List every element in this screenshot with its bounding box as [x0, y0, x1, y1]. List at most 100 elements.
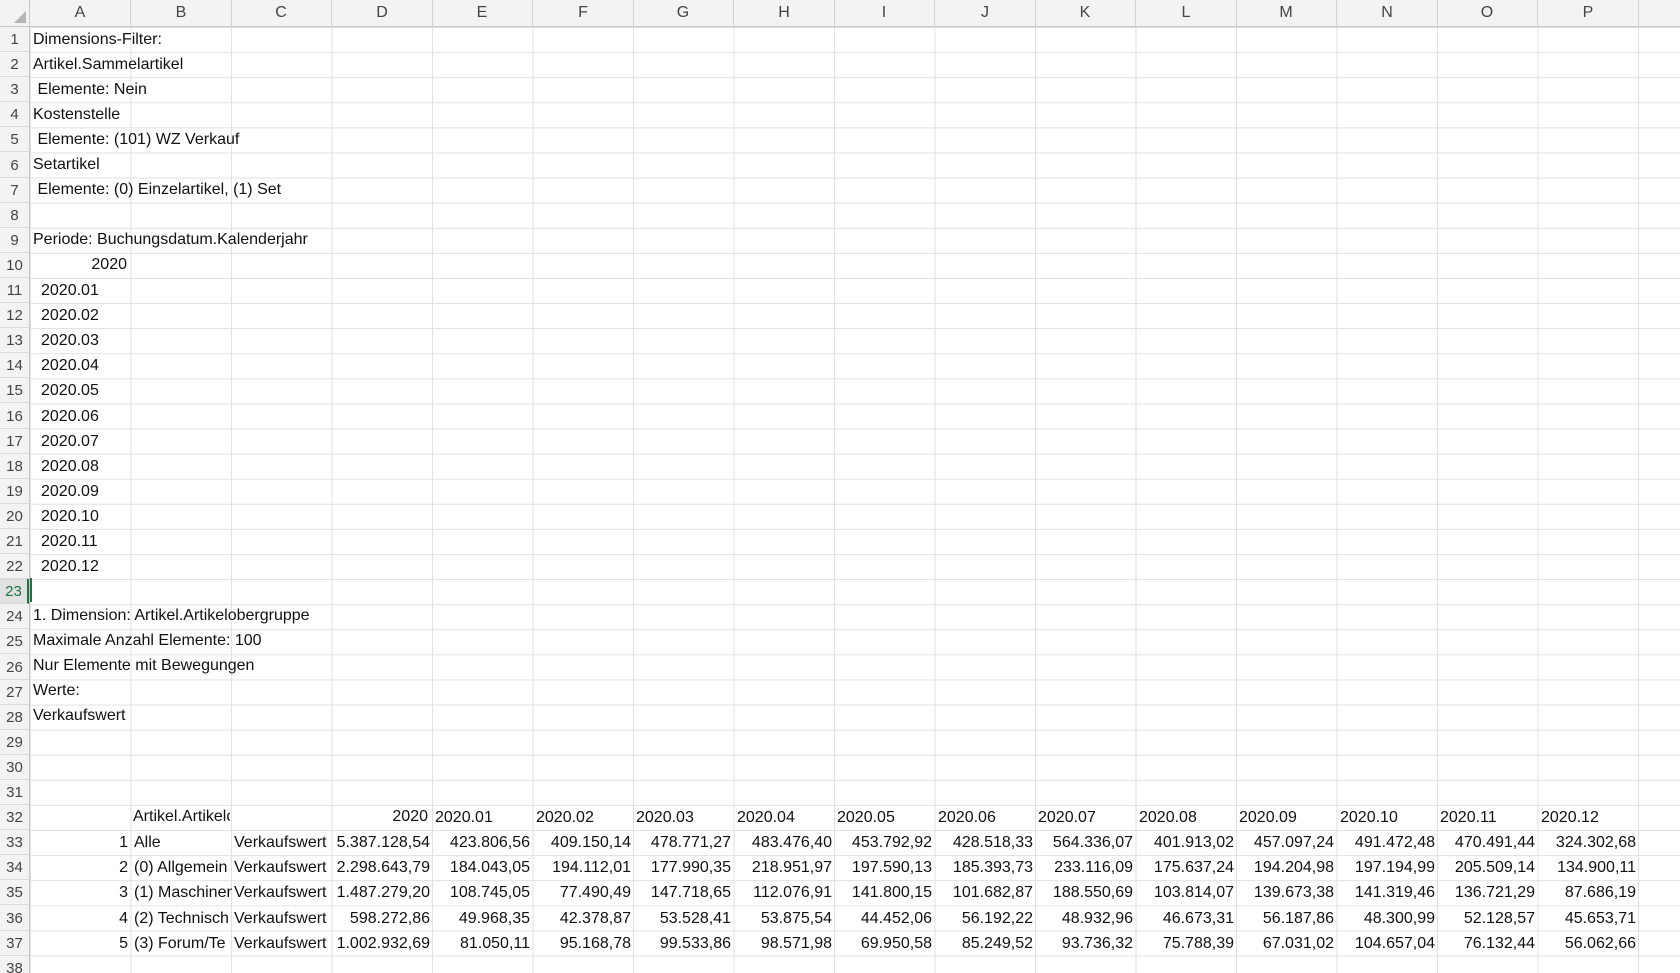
table-row-measure[interactable]: Verkaufswert [231, 880, 332, 905]
table-row-month-value[interactable]: 194.204,98 [1236, 855, 1337, 880]
cell-a3[interactable]: Elemente: Nein [30, 77, 150, 102]
column-header-f[interactable]: F [533, 0, 634, 26]
row-header-5[interactable]: 5 [0, 127, 29, 152]
table-row-month-value[interactable]: 453.792,92 [834, 830, 935, 855]
table-row-month-value[interactable]: 139.673,38 [1236, 880, 1337, 905]
table-header-month[interactable]: 2020.01 [432, 805, 533, 830]
table-row-group[interactable]: (0) Allgemein [131, 855, 232, 880]
table-row-month-value[interactable]: 218.951,97 [734, 855, 835, 880]
table-row-group[interactable]: Alle [131, 830, 232, 855]
row-header-16[interactable]: 16 [0, 404, 29, 429]
column-header-d[interactable]: D [332, 0, 433, 26]
table-row-month-value[interactable]: 483.476,40 [734, 830, 835, 855]
cell-a1[interactable]: Dimensions-Filter: [30, 27, 165, 52]
period-month-cell[interactable]: 2020.12 [38, 554, 102, 579]
table-row-month-value[interactable]: 48.932,96 [1035, 906, 1136, 931]
table-row-month-value[interactable]: 81.050,11 [432, 931, 533, 956]
table-row-month-value[interactable]: 98.571,98 [734, 931, 835, 956]
table-row-month-value[interactable]: 56.192,22 [935, 906, 1036, 931]
table-row-month-value[interactable]: 99.533,86 [633, 931, 734, 956]
table-row-total[interactable]: 1.002.932,69 [332, 931, 433, 956]
period-month-cell[interactable]: 2020.08 [38, 454, 102, 479]
table-row-month-value[interactable]: 141.319,46 [1337, 880, 1438, 905]
table-row-measure[interactable]: Verkaufswert [231, 830, 332, 855]
row-header-3[interactable]: 3 [0, 77, 29, 102]
cell-a6[interactable]: Setartikel [30, 152, 103, 177]
row-header-8[interactable]: 8 [0, 203, 29, 228]
table-row-total[interactable]: 2.298.643,79 [332, 855, 433, 880]
row-header-19[interactable]: 19 [0, 479, 29, 504]
table-row-month-value[interactable]: 75.788,39 [1136, 931, 1237, 956]
table-row-month-value[interactable]: 95.168,78 [533, 931, 634, 956]
column-header-k[interactable]: K [1035, 0, 1136, 26]
period-month-cell[interactable]: 2020.11 [38, 529, 101, 554]
table-header-month[interactable]: 2020.09 [1236, 805, 1337, 830]
row-header-27[interactable]: 27 [0, 680, 29, 705]
table-row-number[interactable]: 5 [30, 931, 131, 956]
row-header-22[interactable]: 22 [0, 554, 29, 579]
table-row-number[interactable]: 1 [30, 830, 131, 855]
table-row-month-value[interactable]: 491.472,48 [1337, 830, 1438, 855]
table-row-month-value[interactable]: 93.736,32 [1035, 931, 1136, 956]
row-header-1[interactable]: 1 [0, 27, 29, 52]
table-row-month-value[interactable]: 56.187,86 [1236, 906, 1337, 931]
column-header-e[interactable]: E [432, 0, 533, 26]
table-header-month[interactable]: 2020.03 [633, 805, 734, 830]
row-header-29[interactable]: 29 [0, 730, 29, 755]
table-row-month-value[interactable]: 188.550,69 [1035, 880, 1136, 905]
table-row-month-value[interactable]: 197.590,13 [834, 855, 935, 880]
table-row-month-value[interactable]: 69.950,58 [834, 931, 935, 956]
column-header-i[interactable]: I [834, 0, 935, 26]
row-header-11[interactable]: 11 [0, 278, 29, 303]
table-row-month-value[interactable]: 52.128,57 [1437, 906, 1538, 931]
table-row-number[interactable]: 3 [30, 880, 131, 905]
cell-a10[interactable]: 2020 [30, 252, 130, 277]
table-row-month-value[interactable]: 197.194,99 [1337, 855, 1438, 880]
table-row-month-value[interactable]: 45.653,71 [1538, 906, 1639, 931]
cell-a7[interactable]: Elemente: (0) Einzelartikel, (1) Set [30, 177, 284, 202]
row-header-33[interactable]: 33 [0, 830, 29, 855]
row-header-23[interactable]: 23 [0, 579, 29, 604]
table-row-month-value[interactable]: 108.745,05 [432, 880, 533, 905]
column-header-b[interactable]: B [131, 0, 232, 26]
row-header-24[interactable]: 24 [0, 604, 29, 629]
table-header-group[interactable]: Artikel.Artikelobergruppe [130, 804, 230, 829]
cell-a28[interactable]: Verkaufswert [30, 703, 128, 728]
table-row-measure[interactable]: Verkaufswert [231, 906, 332, 931]
row-header-17[interactable]: 17 [0, 429, 29, 454]
table-row-month-value[interactable]: 457.097,24 [1236, 830, 1337, 855]
table-row-month-value[interactable]: 324.302,68 [1538, 830, 1639, 855]
table-row-month-value[interactable]: 53.875,54 [734, 906, 835, 931]
table-row-month-value[interactable]: 77.490,49 [533, 880, 634, 905]
row-header-7[interactable]: 7 [0, 178, 29, 203]
table-row-month-value[interactable]: 147.718,65 [633, 880, 734, 905]
table-row-month-value[interactable]: 233.116,09 [1035, 855, 1136, 880]
period-month-cell[interactable]: 2020.01 [38, 278, 102, 303]
table-header-month[interactable]: 2020.06 [935, 805, 1036, 830]
table-row-group[interactable]: (3) Forum/Te [131, 931, 232, 956]
spreadsheet-grid[interactable]: ABCDEFGHIJKLMNOP 1 2 3 4 5 6 7 8 9 10 11 12 13 14 15 16… [0, 0, 1680, 973]
row-header-37[interactable]: 37 [0, 931, 29, 956]
table-row-measure[interactable]: Verkaufswert [231, 855, 332, 880]
period-month-cell[interactable]: 2020.02 [38, 303, 102, 328]
table-row-month-value[interactable]: 56.062,66 [1538, 931, 1639, 956]
table-header-month[interactable]: 2020.02 [533, 805, 634, 830]
row-header-25[interactable]: 25 [0, 629, 29, 654]
table-row-month-value[interactable]: 42.378,87 [533, 906, 634, 931]
row-header-28[interactable]: 28 [0, 705, 29, 730]
row-header-12[interactable]: 12 [0, 303, 29, 328]
table-row-total[interactable]: 1.487.279,20 [332, 880, 433, 905]
table-row-month-value[interactable]: 175.637,24 [1136, 855, 1237, 880]
table-row-month-value[interactable]: 409.150,14 [533, 830, 634, 855]
table-header-month[interactable]: 2020.08 [1136, 805, 1237, 830]
period-month-cell[interactable]: 2020.06 [38, 404, 102, 429]
period-month-cell[interactable]: 2020.05 [38, 378, 102, 403]
table-row-group[interactable]: (2) Technisch [131, 906, 232, 931]
table-row-month-value[interactable]: 134.900,11 [1538, 855, 1639, 880]
row-header-13[interactable]: 13 [0, 328, 29, 353]
table-row-month-value[interactable]: 205.509,14 [1437, 855, 1538, 880]
table-row-month-value[interactable]: 564.336,07 [1035, 830, 1136, 855]
table-row-month-value[interactable]: 470.491,44 [1437, 830, 1538, 855]
row-header-10[interactable]: 10 [0, 253, 29, 278]
table-row-month-value[interactable]: 401.913,02 [1136, 830, 1237, 855]
